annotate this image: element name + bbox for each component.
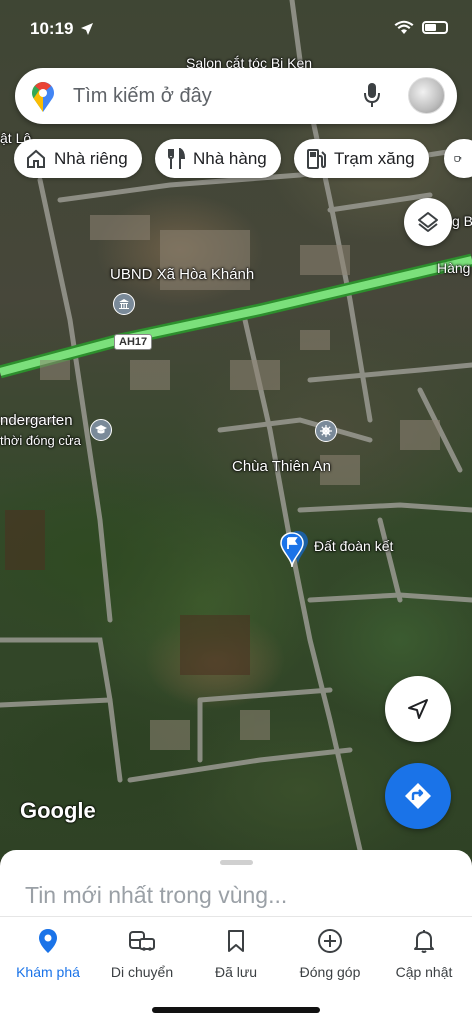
explore-pin-icon <box>39 929 57 953</box>
status-bar: 10:19 <box>0 0 472 56</box>
gas-station-icon <box>307 148 326 169</box>
chip-restaurant-label: Nhà hàng <box>193 148 267 168</box>
my-location-button[interactable] <box>385 676 451 742</box>
nav-explore[interactable]: Khám phá <box>0 927 96 980</box>
restaurant-icon <box>168 147 185 169</box>
nav-updates[interactable]: Cập nhật <box>376 927 472 980</box>
school-poi-icon[interactable] <box>90 419 112 441</box>
map-label-kindergarten-status: thời đóng cửa <box>0 433 81 448</box>
nav-commute-label: Di chuyển <box>110 964 174 980</box>
nav-explore-label: Khám phá <box>16 964 80 980</box>
chip-restaurant[interactable]: Nhà hàng <box>155 139 281 178</box>
status-time: 10:19 <box>30 19 74 38</box>
map-label-road: Hàng <box>437 260 471 276</box>
temple-poi-icon[interactable] <box>315 420 337 442</box>
bottom-sheet[interactable]: Tin mới nhất trong vùng... <box>0 850 472 920</box>
layers-icon <box>418 212 438 232</box>
drag-handle[interactable] <box>220 860 253 865</box>
directions-icon <box>405 783 431 809</box>
map-label-ubnd[interactable]: UBND Xã Hòa Khánh <box>110 266 254 283</box>
bell-icon <box>414 930 434 953</box>
flag-pin-icon[interactable] <box>279 529 309 569</box>
category-chips: Nhà riêng Nhà hàng Trạm xăng <box>14 139 472 179</box>
nav-contribute-label: Đóng góp <box>299 964 361 980</box>
chip-home-label: Nhà riêng <box>54 148 128 168</box>
chip-home[interactable]: Nhà riêng <box>14 139 142 178</box>
search-bar[interactable]: Tìm kiếm ở đây <box>15 68 457 124</box>
location-arrow-icon <box>81 23 93 35</box>
chip-more[interactable] <box>444 139 472 178</box>
highway-shield: AH17 <box>114 334 153 350</box>
map-label-kindergarten[interactable]: ndergarten <box>0 412 73 429</box>
map-label-dat-doan-ket[interactable]: Đất đoàn kết <box>314 538 393 554</box>
battery-icon <box>422 21 448 34</box>
chip-gas-station-label: Trạm xăng <box>334 148 415 168</box>
nav-contribute[interactable]: Đóng góp <box>282 927 378 980</box>
bookmark-icon <box>228 930 244 952</box>
nav-updates-label: Cập nhật <box>395 964 453 980</box>
wifi-icon <box>394 20 414 34</box>
layers-button[interactable] <box>404 198 452 246</box>
home-icon <box>27 149 45 168</box>
map-label-right-edge[interactable]: g B <box>452 213 472 229</box>
chip-gas-station[interactable]: Trạm xăng <box>294 139 429 178</box>
nav-saved[interactable]: Đã lưu <box>188 927 284 980</box>
navigation-arrow-icon <box>408 699 428 719</box>
government-poi-icon[interactable] <box>113 293 135 315</box>
nav-saved-label: Đã lưu <box>214 964 258 980</box>
commute-icon <box>129 931 155 951</box>
mic-icon[interactable] <box>363 82 381 110</box>
google-logo: Google <box>20 798 96 823</box>
add-circle-icon <box>318 929 342 953</box>
home-indicator[interactable] <box>152 1007 320 1013</box>
nav-commute[interactable]: Di chuyển <box>94 927 190 980</box>
sheet-title: Tin mới nhất trong vùng... <box>25 882 288 908</box>
map-label-temple[interactable]: Chùa Thiên An <box>232 458 331 475</box>
google-maps-logo-icon <box>32 82 54 112</box>
avatar[interactable] <box>408 77 445 114</box>
directions-button[interactable] <box>385 763 451 829</box>
cafe-icon <box>454 155 462 162</box>
search-input[interactable]: Tìm kiếm ở đây <box>73 85 212 108</box>
